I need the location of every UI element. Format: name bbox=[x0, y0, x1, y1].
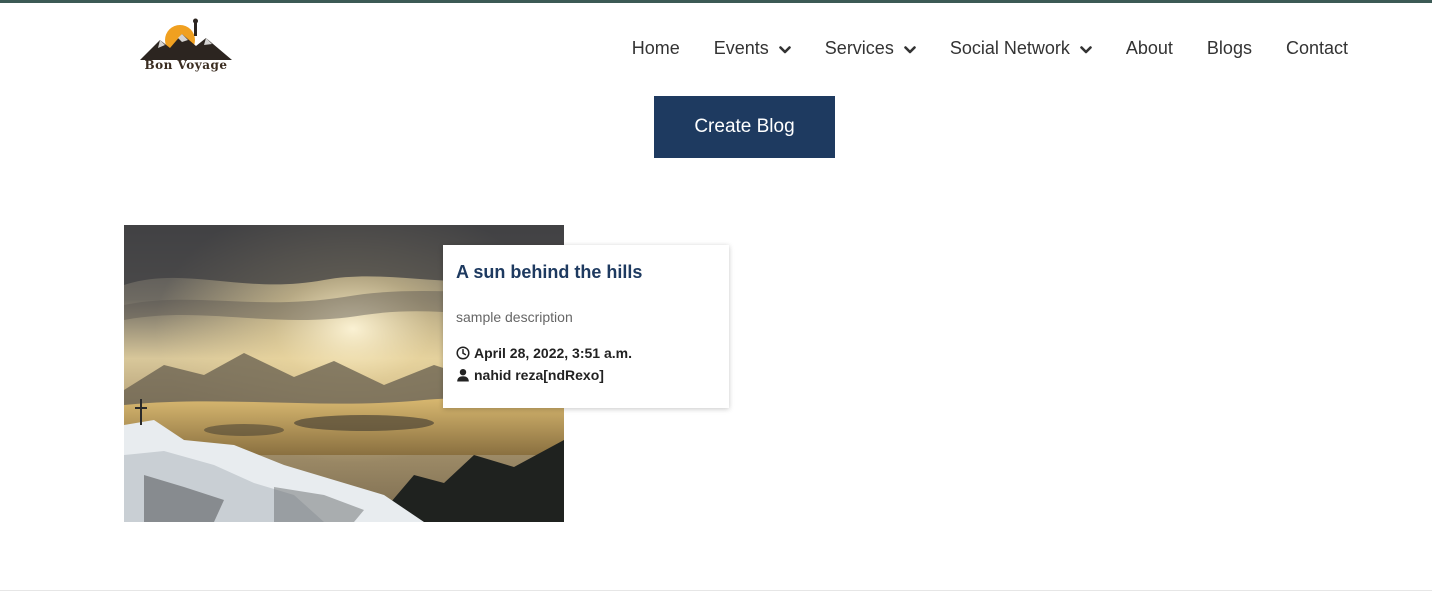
main-nav: Home Events Services Social Network Abou… bbox=[632, 35, 1348, 61]
blog-author-row: nahid reza[ndRexo] bbox=[456, 364, 717, 386]
brand-logo[interactable]: Bon Voyage bbox=[138, 18, 234, 78]
nav-blogs[interactable]: Blogs bbox=[1207, 38, 1252, 59]
top-accent-bar bbox=[0, 0, 1432, 3]
nav-services-label: Services bbox=[824, 37, 894, 58]
nav-social-network[interactable]: Social Network bbox=[950, 38, 1092, 59]
nav-about[interactable]: About bbox=[1126, 38, 1173, 59]
nav-contact-label: Contact bbox=[1285, 37, 1348, 58]
nav-home[interactable]: Home bbox=[632, 38, 680, 59]
nav-home-label: Home bbox=[631, 37, 680, 58]
blog-author: nahid reza[ndRexo] bbox=[474, 367, 604, 383]
nav-services[interactable]: Services bbox=[825, 38, 916, 59]
chevron-down-icon bbox=[778, 46, 791, 54]
blog-card[interactable]: A sun behind the hills sample descriptio… bbox=[443, 245, 729, 408]
nav-blogs-label: Blogs bbox=[1206, 37, 1252, 58]
nav-contact[interactable]: Contact bbox=[1286, 38, 1348, 59]
blog-date: April 28, 2022, 3:51 a.m. bbox=[474, 345, 632, 361]
footer-divider bbox=[0, 590, 1432, 591]
blog-meta: April 28, 2022, 3:51 a.m. nahid reza[ndR… bbox=[456, 342, 717, 386]
chevron-down-icon bbox=[1080, 46, 1092, 54]
nav-events[interactable]: Events bbox=[714, 38, 791, 59]
nav-social-network-label: Social Network bbox=[949, 37, 1070, 58]
create-blog-button[interactable]: Create Blog bbox=[654, 96, 835, 158]
user-icon bbox=[457, 369, 469, 382]
blog-description: sample description bbox=[456, 309, 573, 325]
nav-events-label: Events bbox=[713, 37, 769, 58]
blog-date-row: April 28, 2022, 3:51 a.m. bbox=[456, 342, 717, 364]
blog-title[interactable]: A sun behind the hills bbox=[456, 261, 717, 283]
nav-about-label: About bbox=[1125, 37, 1173, 58]
logo-text: Bon Voyage bbox=[144, 58, 228, 72]
chevron-down-icon bbox=[904, 46, 916, 54]
clock-icon bbox=[456, 346, 470, 360]
logo-mountain-icon bbox=[140, 18, 232, 60]
